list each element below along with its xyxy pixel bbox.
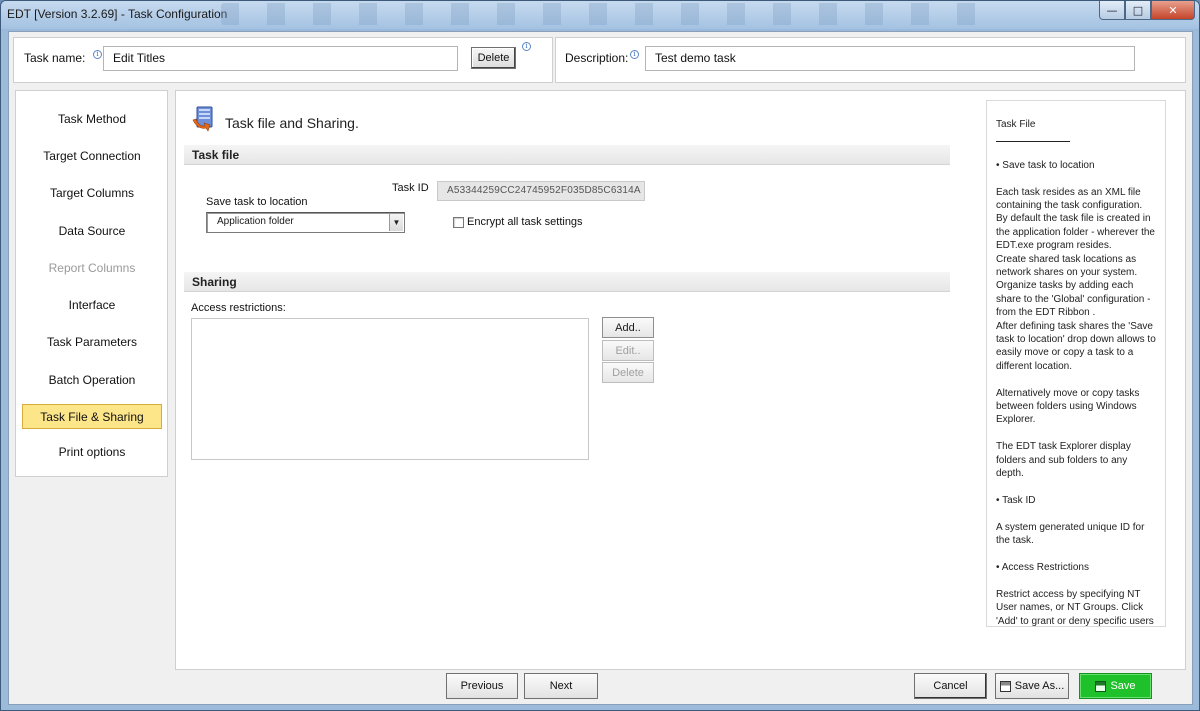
main-content: Task file and Sharing. Task file Task ID… [175,90,1186,670]
task-name-info-icon[interactable]: i [93,50,102,59]
minimize-button[interactable]: — [1099,1,1125,20]
help-bullet-save-location: • Save task to location [996,159,1095,171]
access-restrictions-label: Access restrictions: [191,302,286,314]
maximize-icon: □ [1132,3,1144,17]
save-label: Save [1110,680,1136,692]
nav-item-target-connection[interactable]: Target Connection [22,143,162,168]
help-paragraph-4: A system generated unique ID for the tas… [996,521,1145,547]
previous-button[interactable]: Previous [446,673,518,699]
task-file-section-header: Task file [184,145,950,165]
help-bullet-task-id: • Task ID [996,494,1036,506]
nav-item-print-options[interactable]: Print options [22,439,162,464]
task-name-input[interactable]: Edit Titles [103,46,458,71]
edit-access-button: Edit.. [602,340,654,361]
help-bullet-access: • Access Restrictions [996,561,1089,573]
encrypt-label: Encrypt all task settings [467,216,583,228]
task-file-icon [192,106,213,132]
cancel-button[interactable]: Cancel [914,673,987,699]
save-button[interactable]: Save [1079,673,1152,699]
add-access-button[interactable]: Add.. [602,317,654,338]
close-button[interactable]: ✕ [1151,1,1195,20]
window-title: EDT [Version 3.2.69] - Task Configuratio… [7,7,228,21]
chevron-down-icon[interactable]: ▼ [389,214,403,231]
save-as-label: Save As... [1014,680,1065,692]
sidebar-nav: Task Method Target Connection Target Col… [15,90,168,477]
task-name-label: Task name: [24,51,86,65]
save-location-label: Save task to location [206,196,308,208]
dialog-client: Task name: i Edit Titles Delete i Descri… [8,31,1193,705]
help-paragraph-1: Each task resides as an XML file contain… [996,186,1156,372]
sharing-section-header: Sharing [184,272,950,292]
window-controls: — □ ✕ [1099,1,1195,21]
save-icon [1095,680,1107,692]
nav-item-target-columns[interactable]: Target Columns [22,180,162,205]
help-panel[interactable]: Task File • Save task to location Each t… [986,100,1166,627]
next-button[interactable]: Next [524,673,598,699]
help-paragraph-3: The EDT task Explorer display folders an… [996,441,1131,480]
nav-item-interface[interactable]: Interface [22,292,162,317]
task-id-field: A53344259CC24745952F035D85C6314A [437,181,645,201]
access-restrictions-list[interactable] [191,318,589,460]
app-window: EDT [Version 3.2.69] - Task Configuratio… [0,0,1200,711]
save-as-button[interactable]: Save As... [995,673,1069,699]
description-label: Description: [565,51,629,65]
save-location-value: Application folder [217,216,294,227]
nav-item-data-source[interactable]: Data Source [22,218,162,243]
help-title: Task File [996,119,1036,130]
page-title: Task file and Sharing. [225,115,359,131]
help-title-rule [996,140,1070,142]
nav-item-report-columns: Report Columns [48,260,136,275]
nav-item-task-method[interactable]: Task Method [22,106,162,131]
minimize-icon: — [1106,3,1118,17]
encrypt-checkbox[interactable] [453,217,464,228]
delete-task-button[interactable]: Delete [471,47,516,69]
delete-access-button: Delete [602,362,654,383]
delete-info-icon[interactable]: i [522,42,531,51]
nav-item-batch-operation[interactable]: Batch Operation [22,367,162,392]
task-id-label: Task ID [392,182,429,194]
description-info-icon[interactable]: i [630,50,639,59]
close-icon: ✕ [1168,3,1178,17]
help-paragraph-5: Restrict access by specifying NT User na… [996,588,1154,627]
title-bar[interactable]: EDT [Version 3.2.69] - Task Configuratio… [1,1,1199,29]
description-panel: Description: i Test demo task [555,37,1186,83]
nav-item-task-parameters[interactable]: Task Parameters [22,329,162,354]
background-window-ghost [221,3,1001,25]
maximize-button[interactable]: □ [1125,1,1151,20]
help-paragraph-2: Alternatively move or copy tasks between… [996,387,1140,426]
nav-item-task-file-sharing[interactable]: Task File & Sharing [22,404,162,429]
task-name-panel: Task name: i Edit Titles Delete i [13,37,553,83]
save-location-select[interactable]: Application folder ▼ [206,212,405,233]
save-as-icon [999,680,1011,692]
description-input[interactable]: Test demo task [645,46,1135,71]
